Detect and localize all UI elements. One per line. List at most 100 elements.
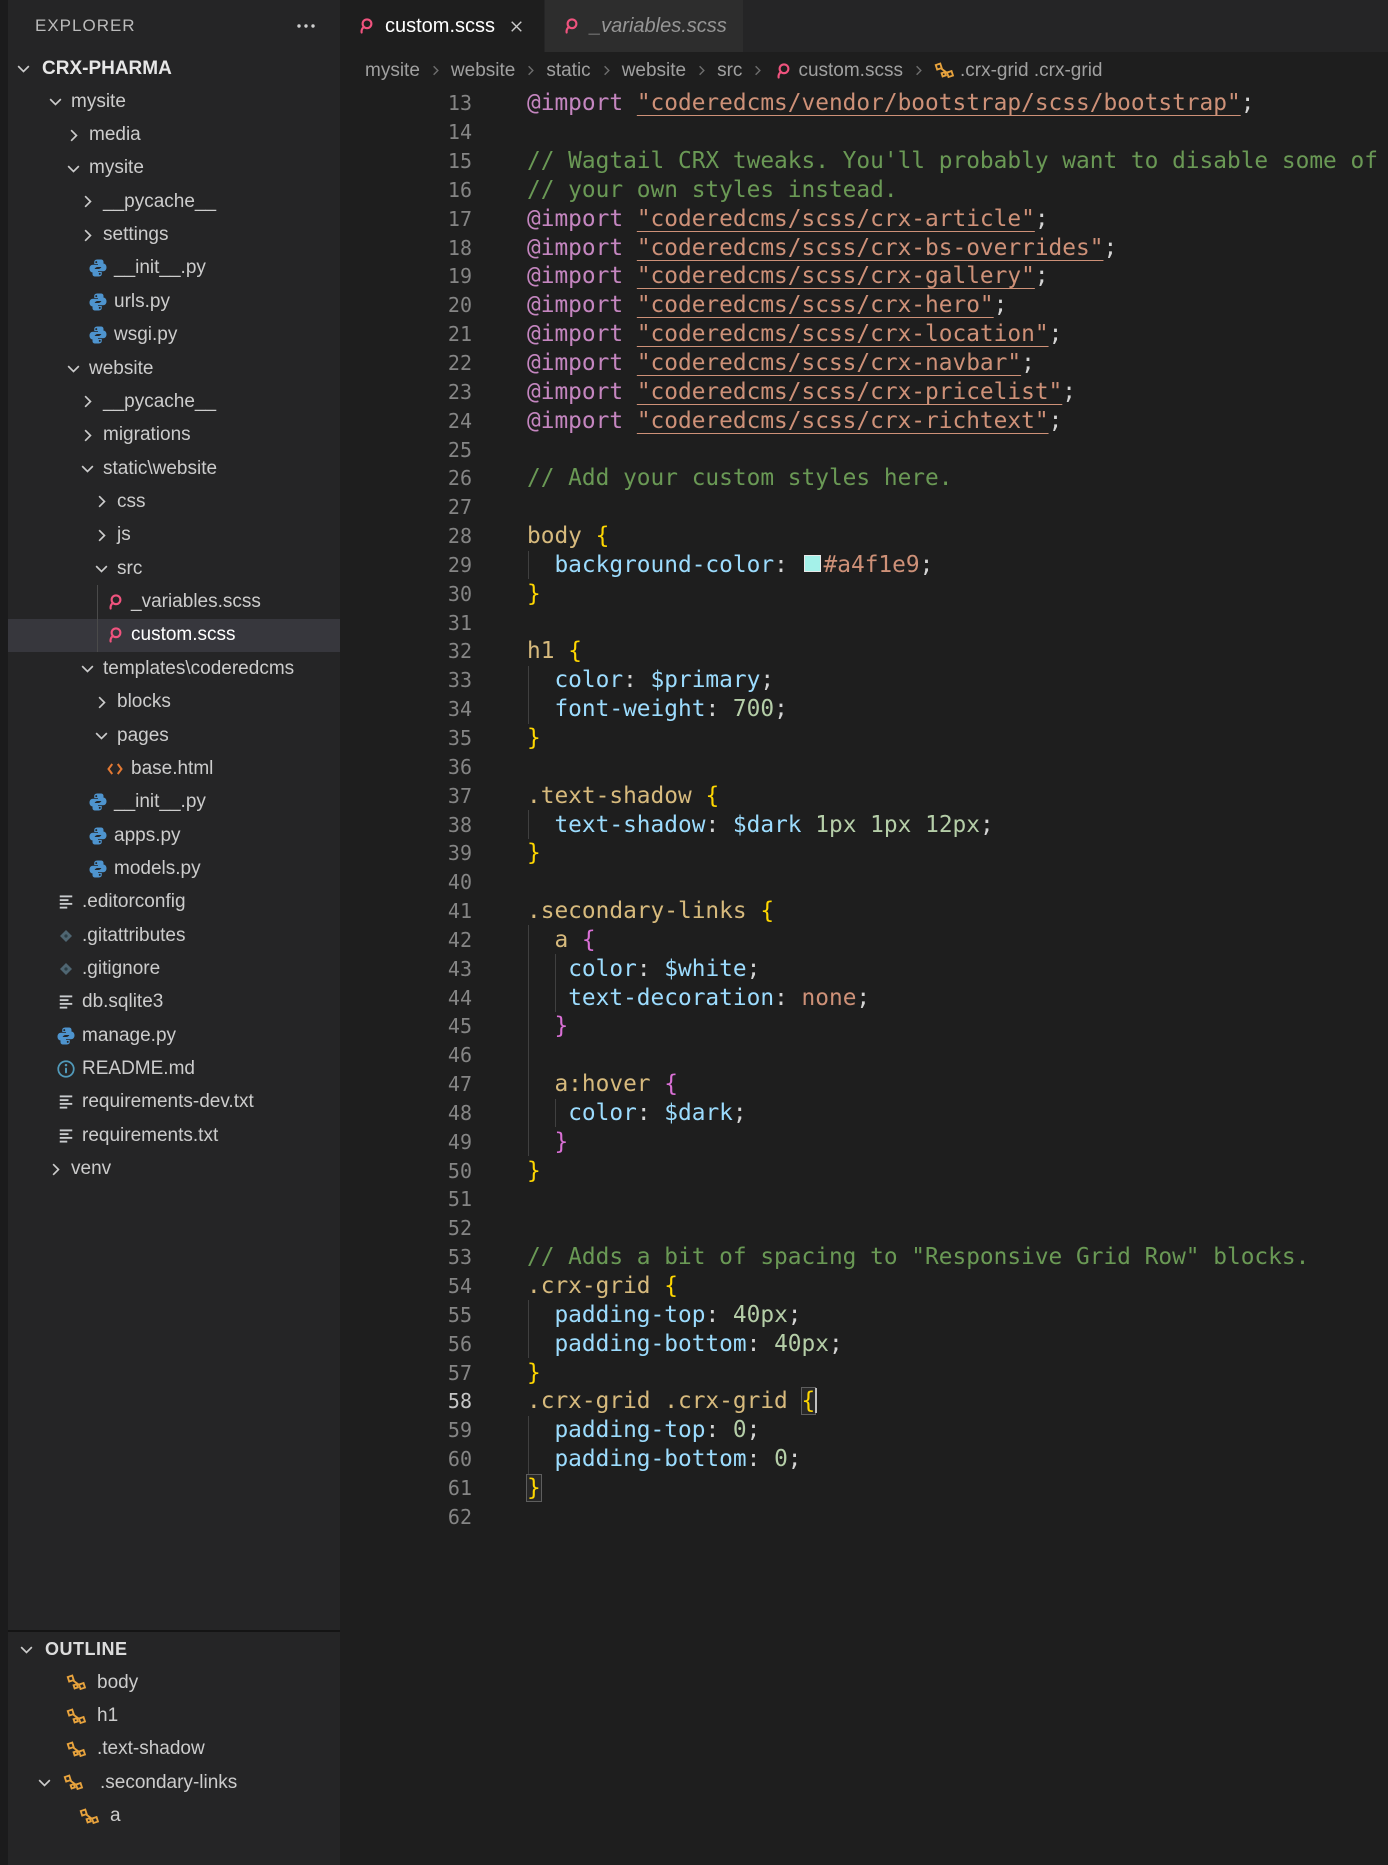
tree-file-manage-py[interactable]: manage.py — [8, 1019, 340, 1052]
code-line-36[interactable]: 36 — [340, 752, 1388, 781]
outline-item-h1[interactable]: h1 — [8, 1699, 340, 1732]
tree-folder-venv[interactable]: venv — [8, 1153, 340, 1186]
breadcrumb-item-static[interactable]: static — [546, 60, 590, 82]
code-line-27[interactable]: 27 — [340, 493, 1388, 522]
code-line-26[interactable]: 26// Add your custom styles here. — [340, 464, 1388, 493]
outline-item-body[interactable]: body — [8, 1666, 340, 1699]
code-line-56[interactable]: 56 padding-bottom: 40px; — [340, 1329, 1388, 1358]
code-line-43[interactable]: 43 color: $white; — [340, 954, 1388, 983]
code-line-32[interactable]: 32h1 { — [340, 637, 1388, 666]
code-line-39[interactable]: 39} — [340, 839, 1388, 868]
code-line-57[interactable]: 57} — [340, 1358, 1388, 1387]
tree-folder-blocks[interactable]: blocks — [8, 685, 340, 718]
code-line-47[interactable]: 47 a:hover { — [340, 1070, 1388, 1099]
tree-folder--pycache-[interactable]: __pycache__ — [8, 385, 340, 418]
tab-custom-scss[interactable]: custom.scss — [340, 0, 545, 52]
code-editor[interactable]: 13@import "coderedcms/vendor/bootstrap/s… — [340, 89, 1388, 1865]
tree-file-models-py[interactable]: models.py — [8, 852, 340, 885]
code-line-37[interactable]: 37.text-shadow { — [340, 781, 1388, 810]
tree-file-custom-scss[interactable]: custom.scss — [8, 619, 340, 652]
tree-folder-js[interactable]: js — [8, 519, 340, 552]
code-line-30[interactable]: 30} — [340, 579, 1388, 608]
outline-item--text-shadow[interactable]: .text-shadow — [8, 1733, 340, 1766]
code-line-13[interactable]: 13@import "coderedcms/vendor/bootstrap/s… — [340, 89, 1388, 118]
code-line-35[interactable]: 35} — [340, 724, 1388, 753]
tree-file-apps-py[interactable]: apps.py — [8, 819, 340, 852]
tree-folder-pages[interactable]: pages — [8, 719, 340, 752]
code-line-17[interactable]: 17@import "coderedcms/scss/crx-article"; — [340, 204, 1388, 233]
code-line-60[interactable]: 60 padding-bottom: 0; — [340, 1445, 1388, 1474]
code-line-41[interactable]: 41.secondary-links { — [340, 897, 1388, 926]
breadcrumb-item--crx-grid-crx-grid[interactable]: .crx-grid .crx-grid — [934, 60, 1103, 82]
tree-folder--pycache-[interactable]: __pycache__ — [8, 185, 340, 218]
code-line-52[interactable]: 52 — [340, 1214, 1388, 1243]
tree-file--init-py[interactable]: __init__.py — [8, 252, 340, 285]
code-line-19[interactable]: 19@import "coderedcms/scss/crx-gallery"; — [340, 262, 1388, 291]
tree-folder-media[interactable]: media — [8, 118, 340, 151]
more-actions-icon[interactable] — [294, 16, 318, 41]
tree-file--gitignore[interactable]: .gitignore — [8, 952, 340, 985]
code-line-59[interactable]: 59 padding-top: 0; — [340, 1416, 1388, 1445]
tree-folder-src[interactable]: src — [8, 552, 340, 585]
code-line-51[interactable]: 51 — [340, 1185, 1388, 1214]
code-line-46[interactable]: 46 — [340, 1041, 1388, 1070]
code-line-48[interactable]: 48 color: $dark; — [340, 1099, 1388, 1128]
code-line-55[interactable]: 55 padding-top: 40px; — [340, 1300, 1388, 1329]
breadcrumb-item-src[interactable]: src — [717, 60, 742, 82]
outline-item-a[interactable]: a — [8, 1799, 340, 1832]
code-line-58[interactable]: 58.crx-grid .crx-grid { — [340, 1387, 1388, 1416]
code-line-62[interactable]: 62 — [340, 1502, 1388, 1531]
tree-file--init-py[interactable]: __init__.py — [8, 786, 340, 819]
tree-file--gitattributes[interactable]: .gitattributes — [8, 919, 340, 952]
code-line-44[interactable]: 44 text-decoration: none; — [340, 983, 1388, 1012]
tree-folder-migrations[interactable]: migrations — [8, 419, 340, 452]
breadcrumb-item-website[interactable]: website — [451, 60, 515, 82]
code-line-18[interactable]: 18@import "coderedcms/scss/crx-bs-overri… — [340, 233, 1388, 262]
outline-item--secondary-links[interactable]: .secondary-links — [8, 1766, 340, 1799]
tree-file-wsgi-py[interactable]: wsgi.py — [8, 319, 340, 352]
tree-folder-static-website[interactable]: static\website — [8, 452, 340, 485]
tree-folder-mysite[interactable]: mysite — [8, 85, 340, 118]
code-line-29[interactable]: 29 background-color: #a4f1e9; — [340, 551, 1388, 580]
tree-folder-css[interactable]: css — [8, 485, 340, 518]
code-line-21[interactable]: 21@import "coderedcms/scss/crx-location"… — [340, 320, 1388, 349]
code-line-54[interactable]: 54.crx-grid { — [340, 1272, 1388, 1301]
code-line-14[interactable]: 14 — [340, 118, 1388, 147]
code-line-50[interactable]: 50} — [340, 1156, 1388, 1185]
project-root-row[interactable]: CRX-PHARMA — [8, 52, 340, 85]
outline-header[interactable]: OUTLINE — [8, 1632, 340, 1666]
tree-file--variables-scss[interactable]: _variables.scss — [8, 585, 340, 618]
code-line-42[interactable]: 42 a { — [340, 925, 1388, 954]
tree-file-readme-md[interactable]: README.md — [8, 1052, 340, 1085]
code-line-24[interactable]: 24@import "coderedcms/scss/crx-richtext"… — [340, 406, 1388, 435]
code-line-33[interactable]: 33 color: $primary; — [340, 666, 1388, 695]
breadcrumb-item-website[interactable]: website — [622, 60, 686, 82]
close-icon[interactable] — [504, 14, 528, 38]
code-line-31[interactable]: 31 — [340, 608, 1388, 637]
code-line-45[interactable]: 45 } — [340, 1012, 1388, 1041]
tree-file-requirements-txt[interactable]: requirements.txt — [8, 1119, 340, 1152]
code-line-61[interactable]: 61} — [340, 1474, 1388, 1503]
tree-folder-templates-coderedcms[interactable]: templates\coderedcms — [8, 652, 340, 685]
tree-folder-settings[interactable]: settings — [8, 218, 340, 251]
code-line-38[interactable]: 38 text-shadow: $dark 1px 1px 12px; — [340, 810, 1388, 839]
code-line-49[interactable]: 49 } — [340, 1127, 1388, 1156]
tree-folder-website[interactable]: website — [8, 352, 340, 385]
code-line-22[interactable]: 22@import "coderedcms/scss/crx-navbar"; — [340, 349, 1388, 378]
code-line-28[interactable]: 28body { — [340, 522, 1388, 551]
code-line-20[interactable]: 20@import "coderedcms/scss/crx-hero"; — [340, 291, 1388, 320]
code-line-23[interactable]: 23@import "coderedcms/scss/crx-pricelist… — [340, 377, 1388, 406]
breadcrumb-item-custom-scss[interactable]: custom.scss — [773, 60, 903, 82]
tree-file-base-html[interactable]: base.html — [8, 752, 340, 785]
code-line-40[interactable]: 40 — [340, 868, 1388, 897]
tree-file--editorconfig[interactable]: .editorconfig — [8, 886, 340, 919]
tree-file-requirements-dev-txt[interactable]: requirements-dev.txt — [8, 1086, 340, 1119]
code-line-15[interactable]: 15// Wagtail CRX tweaks. You'll probably… — [340, 147, 1388, 176]
breadcrumb-item-mysite[interactable]: mysite — [365, 60, 420, 82]
code-line-34[interactable]: 34 font-weight: 700; — [340, 695, 1388, 724]
code-line-16[interactable]: 16// your own styles instead. — [340, 176, 1388, 205]
tree-folder-mysite[interactable]: mysite — [8, 152, 340, 185]
tab--variables-scss[interactable]: _variables.scss — [545, 0, 744, 52]
code-line-53[interactable]: 53// Adds a bit of spacing to "Responsiv… — [340, 1243, 1388, 1272]
code-line-25[interactable]: 25 — [340, 435, 1388, 464]
